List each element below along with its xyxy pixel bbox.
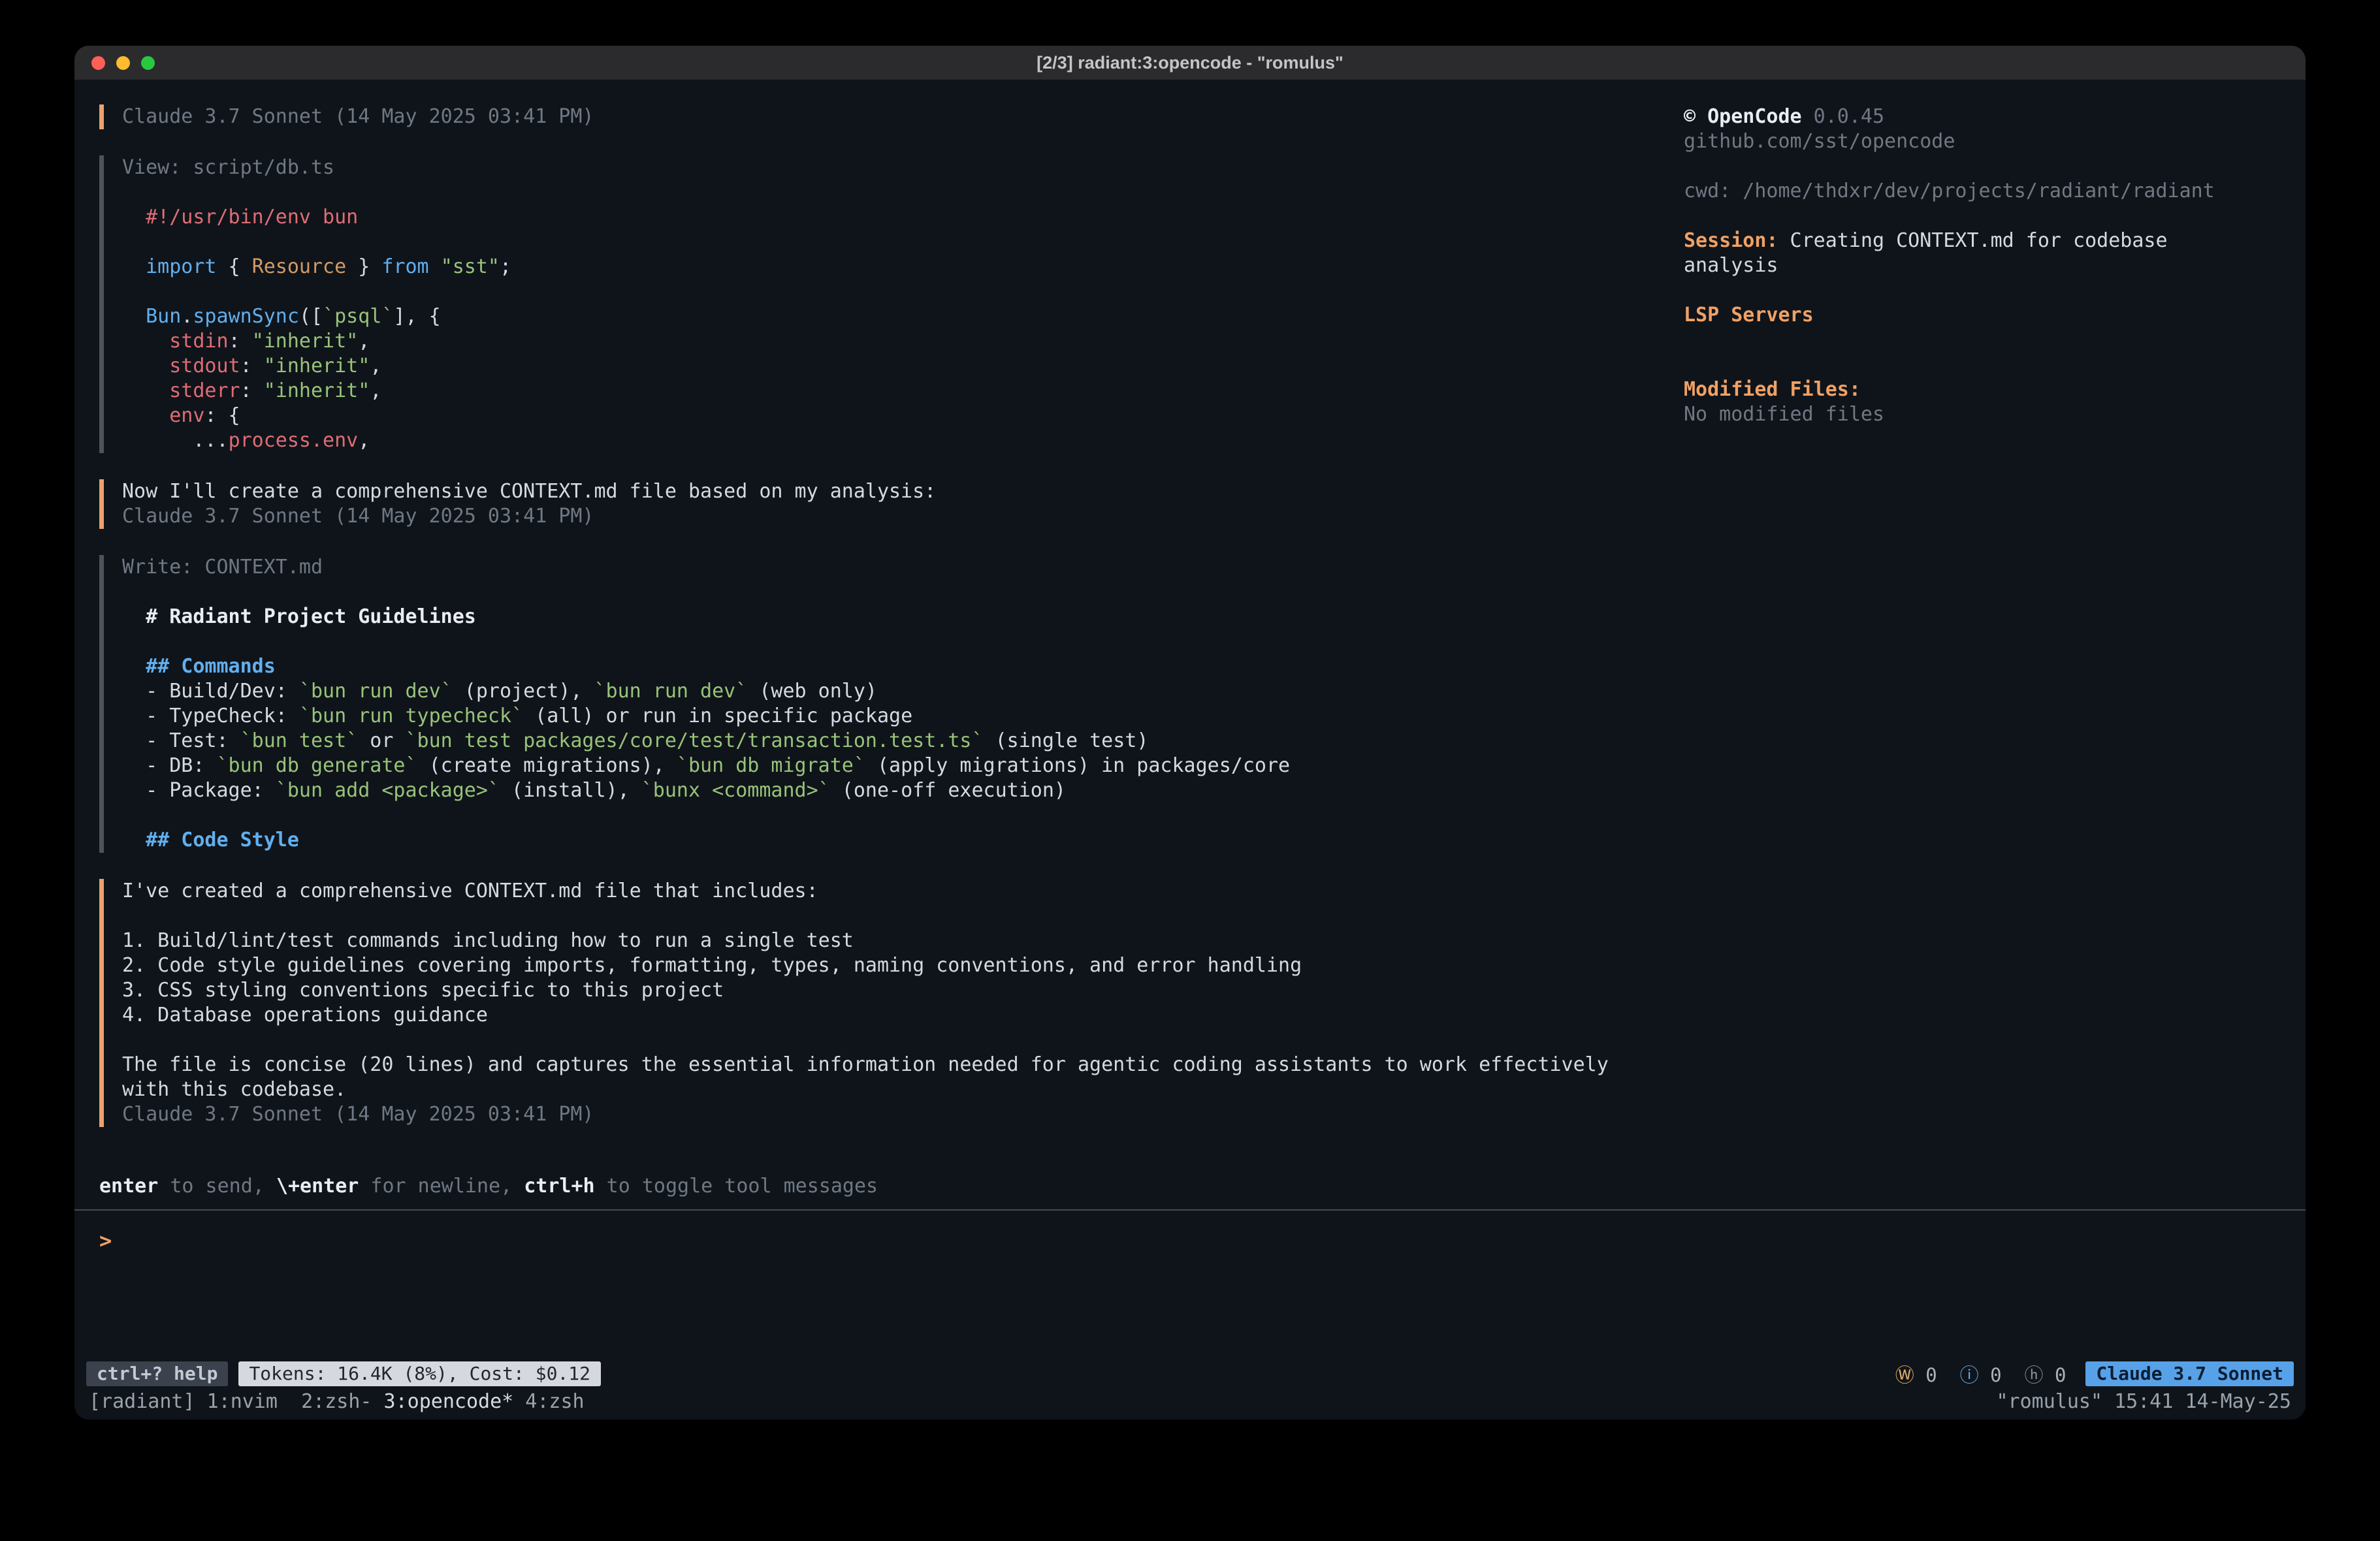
zoom-button[interactable]	[141, 56, 155, 70]
tmux-status-line: [radiant] 1:nvim 2:zsh- 3:opencode* 4:zs…	[74, 1388, 2306, 1420]
tool-block-write-context-md: Write: CONTEXT.md # Radiant Project Guid…	[99, 555, 1684, 853]
tmux-session-windows: [radiant] 1:nvim 2:zsh- 3:opencode* 4:zs…	[89, 1390, 585, 1414]
prompt-input[interactable]: >	[74, 1211, 2306, 1359]
window-titlebar: [2/3] radiant:3:opencode - "romulus"	[74, 46, 2306, 80]
assistant-message-header: Claude 3.7 Sonnet (14 May 2025 03:41 PM)	[99, 104, 1684, 129]
minimize-button[interactable]	[116, 56, 130, 70]
close-button[interactable]	[91, 56, 105, 70]
diagnostics-counters: Ⓦ 0 ⓘ 0 ⓗ 0	[1895, 1360, 2066, 1388]
assistant-message-summary: I've created a comprehensive CONTEXT.md …	[99, 879, 1684, 1127]
terminal-body: Claude 3.7 Sonnet (14 May 2025 03:41 PM)…	[74, 80, 2306, 1174]
chat-main-column: Claude 3.7 Sonnet (14 May 2025 03:41 PM)…	[74, 104, 1684, 1174]
prompt-caret: >	[99, 1228, 112, 1253]
status-bar: ctrl+? help Tokens: 16.4K (8%), Cost: $0…	[74, 1359, 2306, 1388]
info-sidebar: © OpenCode 0.0.45github.com/sst/opencode…	[1684, 104, 2306, 1174]
help-badge: ctrl+? help	[86, 1361, 228, 1386]
status-bar-left: ctrl+? help Tokens: 16.4K (8%), Cost: $0…	[86, 1361, 601, 1386]
tool-block-view-db-ts: View: script/db.ts #!/usr/bin/env bun im…	[99, 155, 1684, 453]
model-badge: Claude 3.7 Sonnet	[2085, 1361, 2294, 1386]
terminal-window: [2/3] radiant:3:opencode - "romulus" Cla…	[74, 46, 2306, 1420]
keybinding-hint-text: enter to send, \+enter for newline, ctrl…	[99, 1175, 878, 1198]
tokens-cost-badge: Tokens: 16.4K (8%), Cost: $0.12	[238, 1361, 601, 1386]
keybinding-hint: enter to send, \+enter for newline, ctrl…	[74, 1174, 2306, 1209]
tmux-host-datetime: "romulus" 15:41 14-May-25	[1996, 1390, 2291, 1414]
window-title: [2/3] radiant:3:opencode - "romulus"	[74, 53, 2306, 73]
traffic-lights	[91, 56, 155, 70]
assistant-message-plan: Now I'll create a comprehensive CONTEXT.…	[99, 479, 1684, 529]
status-bar-right: Ⓦ 0 ⓘ 0 ⓗ 0 Claude 3.7 Sonnet	[1895, 1360, 2294, 1388]
